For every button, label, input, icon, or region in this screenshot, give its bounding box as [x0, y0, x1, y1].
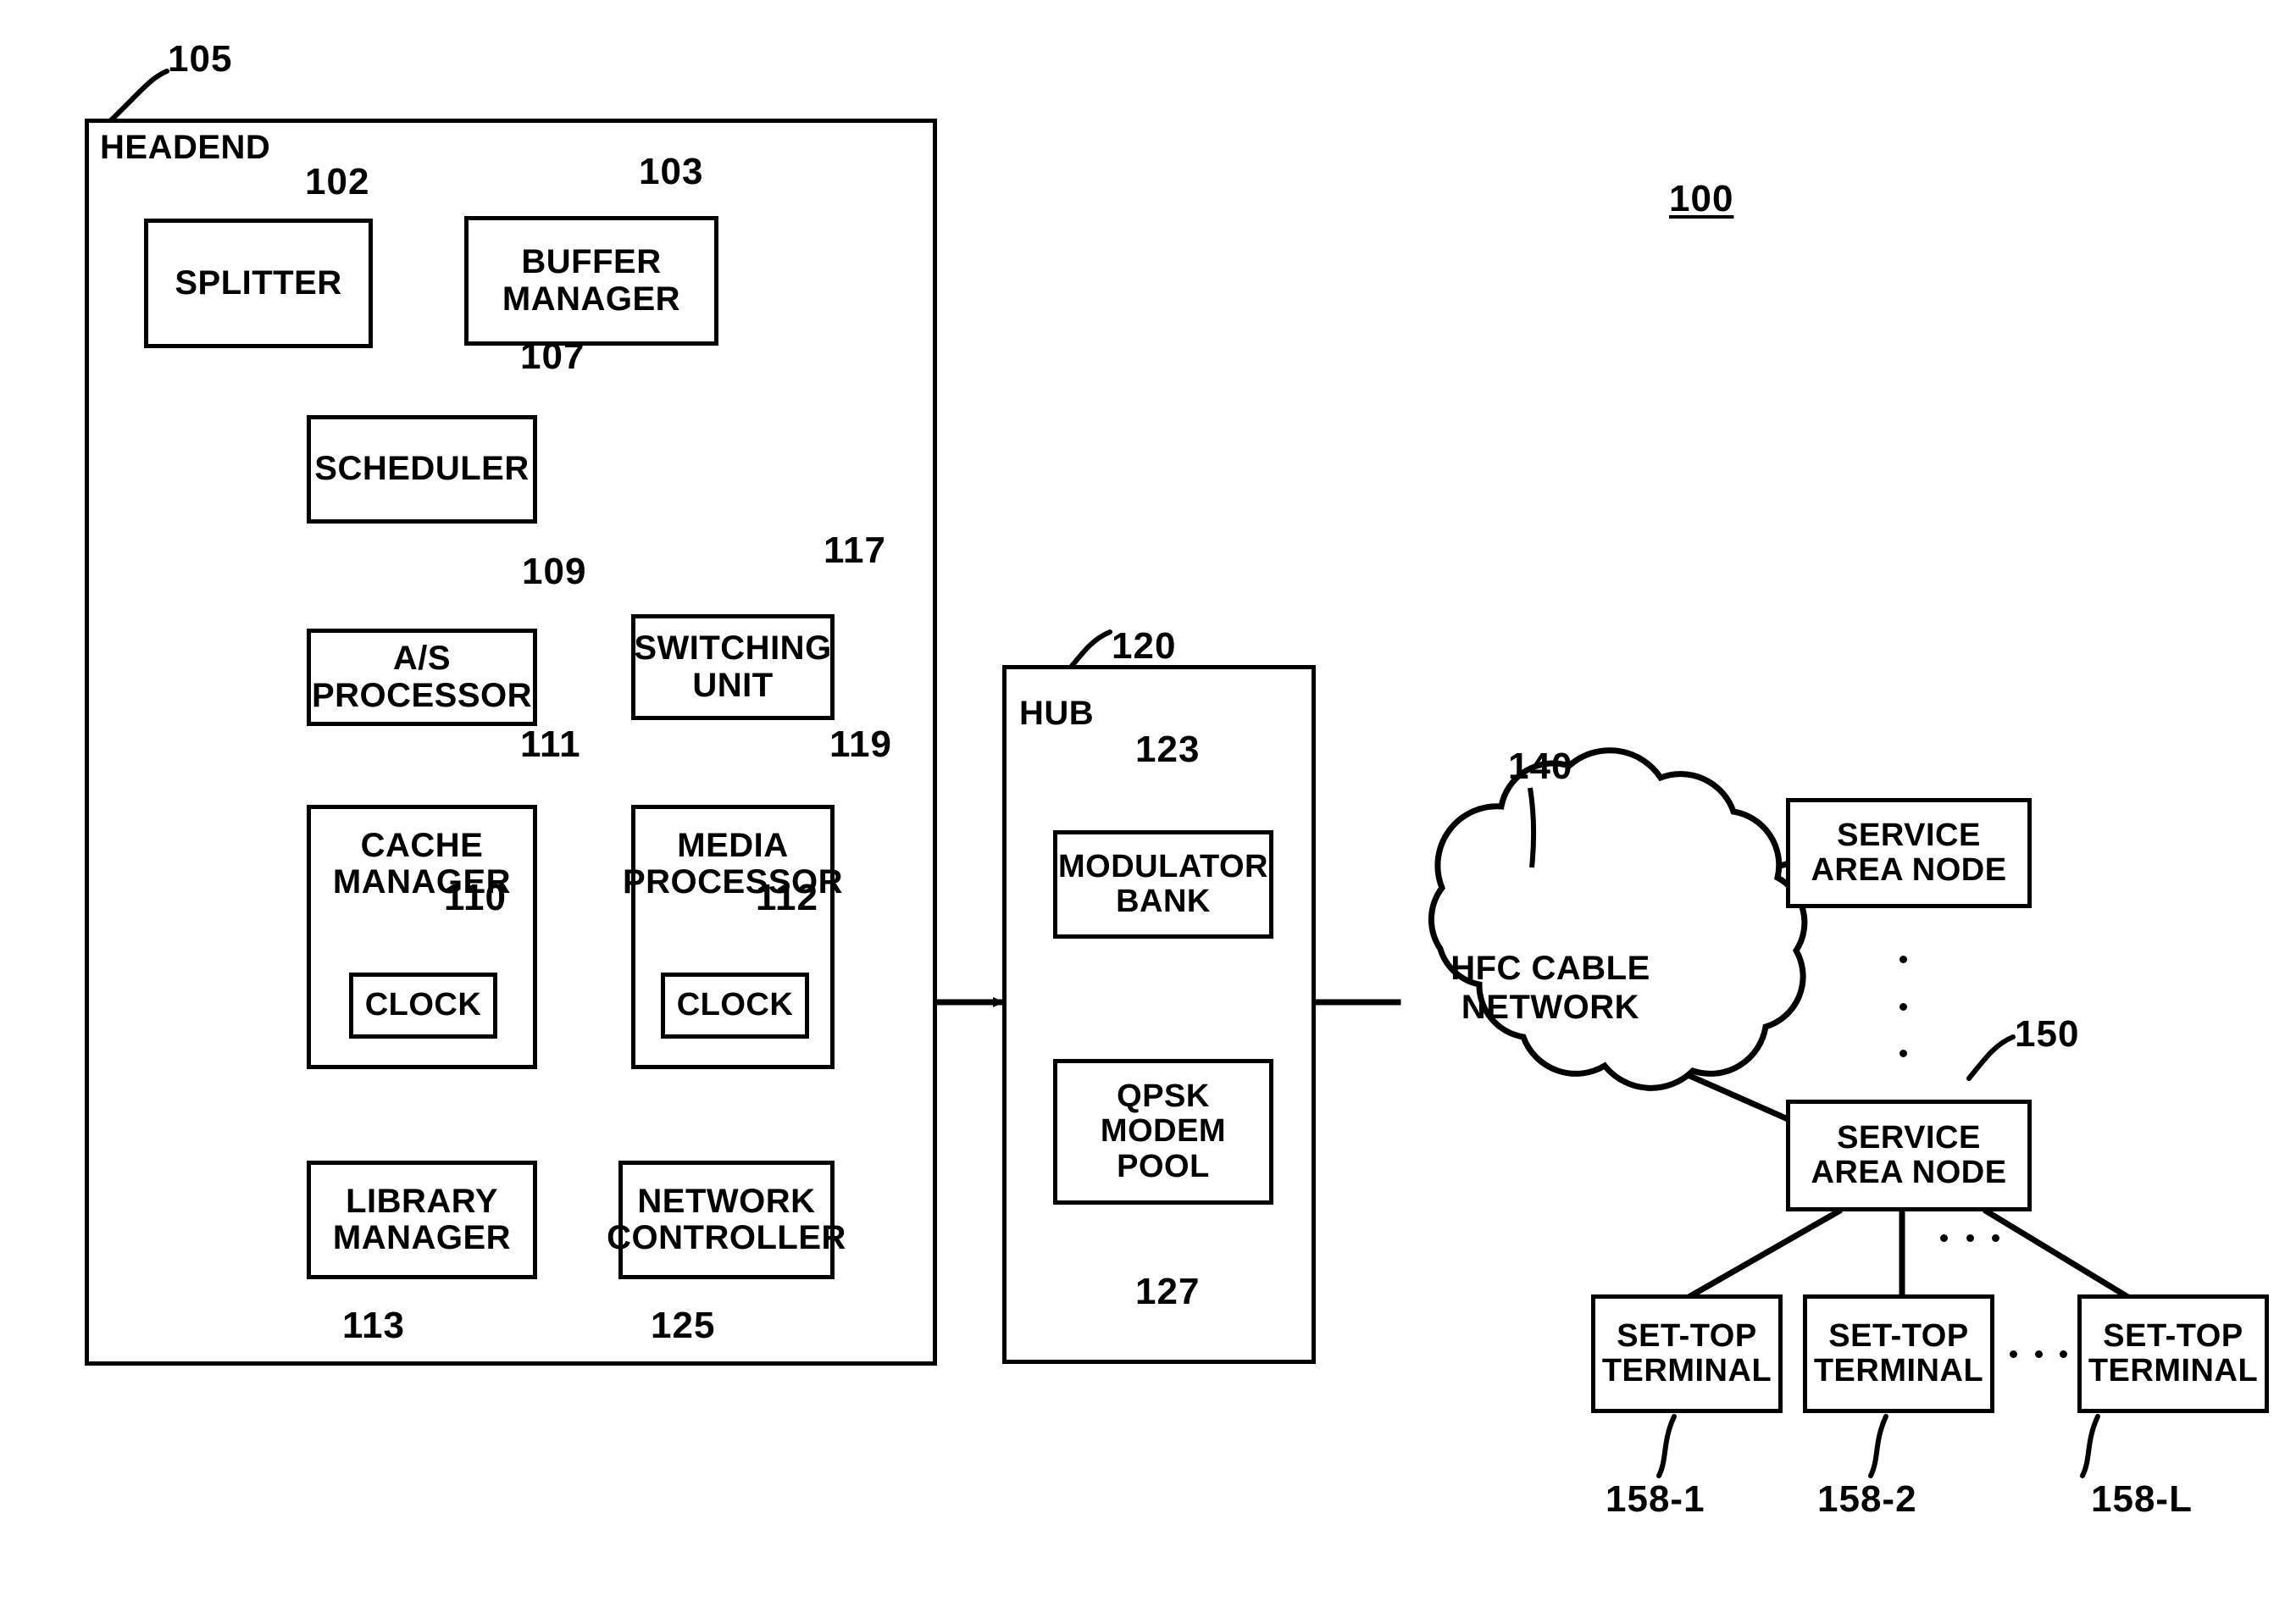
- qpsk-modem-pool-label-line3: POOL: [1117, 1148, 1210, 1184]
- ref-102: 102: [305, 161, 370, 202]
- service-area-node-top-block: SERVICE AREA NODE: [1786, 798, 2032, 908]
- hfc-label-line1: HFC CABLE: [1450, 950, 1650, 987]
- ref-120: 120: [1112, 625, 1177, 667]
- qpsk-modem-pool-block: QPSK MODEM POOL: [1053, 1059, 1273, 1205]
- media-processor-label-line1: MEDIA: [677, 827, 789, 864]
- ref-150: 150: [2015, 1013, 2080, 1055]
- ref-158-2: 158-2: [1817, 1478, 1917, 1520]
- service-area-node-top-line2: AREA NODE: [1811, 852, 2007, 888]
- ref-127: 127: [1135, 1271, 1201, 1312]
- ref-158-1: 158-1: [1606, 1478, 1705, 1520]
- hfc-label-line2: NETWORK: [1461, 989, 1640, 1026]
- ref-107: 107: [520, 335, 585, 377]
- ellipsis-dot: [2060, 1350, 2067, 1358]
- service-area-node-bottom-line2: AREA NODE: [1811, 1155, 2007, 1190]
- set-top-terminal-L-line1: SET-TOP: [2103, 1317, 2243, 1354]
- as-processor-label-line1: A/S: [392, 640, 452, 678]
- ellipsis-dot: [1966, 1233, 1974, 1242]
- ellipsis-dot: [1992, 1233, 1999, 1242]
- service-area-node-bottom-block: SERVICE AREA NODE: [1786, 1100, 2032, 1211]
- ref-109: 109: [522, 551, 587, 592]
- scheduler-block: SCHEDULER: [307, 415, 537, 524]
- ellipsis-dot: [2034, 1350, 2043, 1358]
- headend-label: HEADEND: [100, 129, 271, 166]
- ref-103: 103: [639, 151, 704, 192]
- buffer-manager-block: BUFFER MANAGER: [464, 216, 718, 346]
- modulator-bank-block: MODULATOR BANK: [1053, 830, 1273, 939]
- as-processor-label-line2: PROCESSOR: [311, 676, 533, 714]
- ref-123: 123: [1135, 729, 1201, 770]
- set-top-terminal-1-block: SET-TOP TERMINAL: [1591, 1294, 1783, 1413]
- ref-105: 105: [168, 38, 233, 80]
- hfc-cable-network-label: HFC CABLE NETWORK: [1406, 949, 1694, 1027]
- set-top-terminal-L-block: SET-TOP TERMINAL: [2077, 1294, 2269, 1413]
- set-top-terminal-L-line2: TERMINAL: [2088, 1353, 2259, 1389]
- ellipsis-dot: [1940, 1233, 1948, 1242]
- ref-110: 110: [444, 877, 507, 918]
- cache-manager-label-line1: CACHE: [360, 827, 484, 864]
- set-top-terminal-2-line1: SET-TOP: [1828, 1317, 1969, 1354]
- ref-112: 112: [756, 877, 818, 918]
- modulator-bank-label-line2: BANK: [1116, 884, 1211, 919]
- ref-140: 140: [1508, 746, 1573, 787]
- set-top-terminal-2-line2: TERMINAL: [1813, 1353, 1984, 1389]
- ellipsis-dot: [1899, 1002, 1907, 1011]
- set-top-terminal-2-block: SET-TOP TERMINAL: [1803, 1294, 1994, 1413]
- media-clock-block: CLOCK: [661, 973, 809, 1039]
- ellipsis-dot: [1899, 1050, 1907, 1057]
- buffer-manager-label-line1: BUFFER: [521, 243, 662, 281]
- hub-label: HUB: [1019, 695, 1095, 732]
- patent-figure-canvas: HEADEND 105 SPLITTER 102 BUFFER MANAGER …: [0, 0, 2296, 1613]
- terminal-branch-ellipsis: [1940, 1233, 1999, 1243]
- figure-number: 100: [1669, 178, 1734, 219]
- scheduler-label: SCHEDULER: [314, 450, 530, 488]
- ref-113: 113: [342, 1305, 405, 1346]
- splitter-label: SPLITTER: [175, 263, 342, 302]
- set-top-terminal-1-line1: SET-TOP: [1617, 1317, 1757, 1354]
- service-area-node-bottom-line1: SERVICE: [1837, 1119, 1981, 1156]
- qpsk-modem-pool-label-line2: MODEM: [1100, 1113, 1227, 1150]
- ref-111: 111: [520, 723, 581, 765]
- switching-unit-label-line1: SWITCHING: [634, 629, 832, 668]
- library-manager-block: LIBRARY MANAGER: [307, 1161, 537, 1279]
- splitter-block: SPLITTER: [144, 219, 373, 348]
- ref-119: 119: [829, 723, 892, 765]
- ref-117: 117: [824, 529, 886, 571]
- network-controller-label-line2: CONTROLLER: [607, 1219, 846, 1256]
- ref-158-L: 158-L: [2091, 1478, 2193, 1520]
- buffer-manager-label-line2: MANAGER: [502, 280, 681, 318]
- service-area-node-top-line1: SERVICE: [1837, 817, 1981, 853]
- network-controller-block: NETWORK CONTROLLER: [607, 1161, 846, 1279]
- ellipsis-dot: [1899, 956, 1907, 963]
- as-processor-block: A/S PROCESSOR: [307, 629, 537, 726]
- media-clock-label: CLOCK: [676, 987, 794, 1023]
- service-area-node-ellipsis: [1898, 956, 1908, 1057]
- cache-clock-block: CLOCK: [349, 973, 497, 1039]
- qpsk-modem-pool-label-line1: QPSK: [1117, 1078, 1210, 1115]
- set-top-terminal-1-line2: TERMINAL: [1601, 1353, 1772, 1389]
- cache-clock-label: CLOCK: [364, 987, 482, 1023]
- ref-125: 125: [651, 1305, 716, 1346]
- switching-unit-label-line2: UNIT: [692, 666, 774, 704]
- library-manager-label-line2: MANAGER: [332, 1219, 512, 1256]
- library-manager-label-line1: LIBRARY: [346, 1182, 498, 1220]
- network-controller-label-line1: NETWORK: [637, 1182, 816, 1220]
- switching-unit-block: SWITCHING UNIT: [631, 614, 835, 720]
- set-top-terminal-ellipsis: [2010, 1349, 2067, 1359]
- modulator-bank-label-line1: MODULATOR: [1058, 848, 1268, 884]
- hfc-cloud-shape: [1428, 747, 1808, 1091]
- ellipsis-dot: [2010, 1350, 2017, 1358]
